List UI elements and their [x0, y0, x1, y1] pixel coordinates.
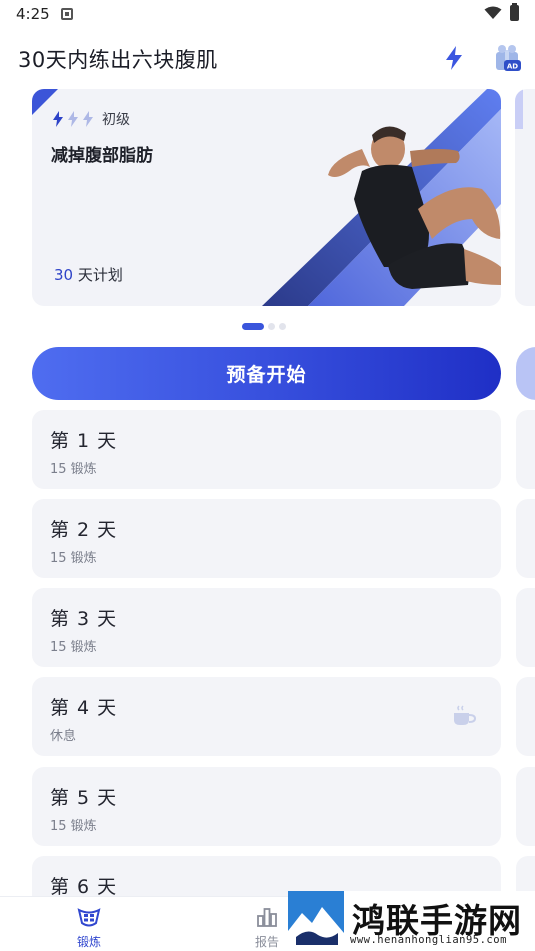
coffee-cup-icon	[454, 705, 477, 725]
day-item-5[interactable]: 第 5 天 15 锻炼	[32, 767, 501, 846]
next-start-button[interactable]	[516, 347, 535, 400]
day-item-peek	[516, 767, 535, 846]
status-time: 4:25	[16, 5, 50, 23]
day-item-4[interactable]: 第 4 天 休息	[32, 677, 501, 756]
carousel-dot	[279, 323, 286, 330]
abs-icon	[77, 908, 101, 927]
carousel-dot-active	[242, 323, 264, 330]
watermark-url: www.henanhonglian95.com	[350, 934, 507, 946]
day-title: 第 2 天	[50, 519, 118, 541]
site-watermark: 鸿联手游网 www.henanhonglian95.com	[288, 891, 535, 951]
wifi-icon	[484, 6, 502, 19]
day-title: 第 4 天	[50, 697, 118, 719]
carousel-indicator	[242, 323, 286, 330]
carousel-dot	[268, 323, 275, 330]
day-subtitle: 15 锻炼	[50, 551, 97, 566]
day-subtitle: 15 锻炼	[50, 819, 97, 834]
lightning-icon	[83, 111, 93, 127]
difficulty-level: 初级	[51, 109, 130, 129]
battery-icon	[510, 3, 519, 21]
day-subtitle: 15 锻炼	[50, 462, 97, 477]
day-item-1[interactable]: 第 1 天 15 锻炼	[32, 410, 501, 489]
lightning-icon	[68, 111, 78, 127]
status-bar: 4:25	[0, 0, 535, 28]
day-item-peek	[516, 410, 535, 489]
day-item-peek	[516, 677, 535, 756]
plan-days-suffix: 天计划	[73, 266, 123, 284]
lightning-icon[interactable]	[441, 44, 467, 72]
svg-text:AD: AD	[507, 63, 518, 71]
day-title: 第 3 天	[50, 608, 118, 630]
lightning-icon	[53, 111, 63, 127]
day-subtitle: 休息	[50, 729, 77, 744]
day-item-2[interactable]: 第 2 天 15 锻炼	[32, 499, 501, 578]
day-item-3[interactable]: 第 3 天 15 锻炼	[32, 588, 501, 667]
page-title: 30天内练出六块腹肌	[18, 48, 218, 72]
day-item-peek	[516, 499, 535, 578]
nav-item-train[interactable]: 锻炼	[59, 897, 119, 951]
day-subtitle: 15 锻炼	[50, 640, 97, 655]
plan-title: 减掉腹部脂肪	[51, 146, 153, 166]
day-item-peek	[516, 588, 535, 667]
next-plan-card[interactable]	[515, 89, 535, 306]
nav-label: 锻炼	[76, 935, 101, 949]
plan-days-number: 30	[54, 266, 74, 284]
plan-card[interactable]: 初级 减掉腹部脂肪 30 天计划	[32, 89, 501, 306]
start-button[interactable]: 预备开始	[32, 347, 501, 400]
watermark-logo	[288, 891, 344, 951]
difficulty-label: 初级	[102, 112, 130, 128]
app-bar: 30天内练出六块腹肌 AD	[0, 28, 535, 88]
notification-icon	[61, 8, 73, 20]
bar-chart-icon	[257, 908, 277, 927]
day-title: 第 1 天	[50, 430, 118, 452]
plan-duration: 30 天计划	[54, 264, 123, 285]
day-title: 第 5 天	[50, 787, 118, 809]
ad-gift-icon[interactable]: AD	[492, 42, 522, 74]
day-title: 第 6 天	[50, 876, 118, 898]
